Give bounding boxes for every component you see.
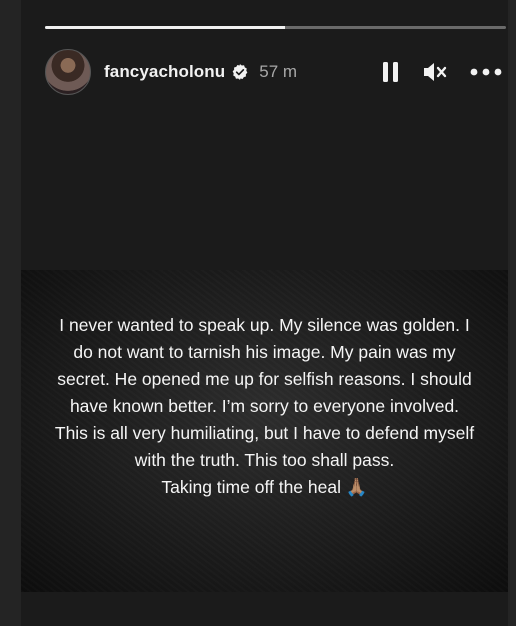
story-header: fancyacholonu 57 m bbox=[45, 49, 506, 95]
unmute-button[interactable] bbox=[422, 61, 448, 83]
story-text-line: do not want to tarnish his image. My pai… bbox=[73, 342, 456, 362]
muted-speaker-icon bbox=[424, 63, 447, 81]
story-text-line: have known better. I’m sorry to everyone… bbox=[69, 396, 460, 416]
username[interactable]: fancyacholonu bbox=[104, 62, 225, 82]
pause-button[interactable] bbox=[382, 61, 400, 83]
story-text-line: with the truth. This too shall pass. bbox=[134, 450, 395, 470]
more-options-button[interactable] bbox=[470, 68, 502, 76]
story-viewer: fancyacholonu 57 m I never wanted to spe… bbox=[21, 0, 508, 626]
more-options-icon bbox=[470, 68, 502, 76]
story-progress-bar bbox=[45, 26, 506, 29]
story-text-line: Taking time off the heal 🙏🏽 bbox=[161, 477, 368, 497]
story-text-line: This is all very humiliating, but I have… bbox=[54, 423, 475, 443]
story-media[interactable]: I never wanted to speak up. My silence w… bbox=[21, 270, 508, 592]
avatar[interactable] bbox=[45, 49, 91, 95]
story-timestamp: 57 m bbox=[259, 62, 298, 81]
story-controls bbox=[382, 61, 502, 83]
story-text-line: I never wanted to speak up. My silence w… bbox=[59, 315, 470, 335]
pause-icon bbox=[383, 62, 398, 82]
verified-badge-icon bbox=[232, 64, 248, 80]
story-text: I never wanted to speak up. My silence w… bbox=[47, 312, 482, 501]
story-text-line: secret. He opened me up for selfish reas… bbox=[57, 369, 472, 389]
story-progress-fill bbox=[45, 26, 285, 29]
